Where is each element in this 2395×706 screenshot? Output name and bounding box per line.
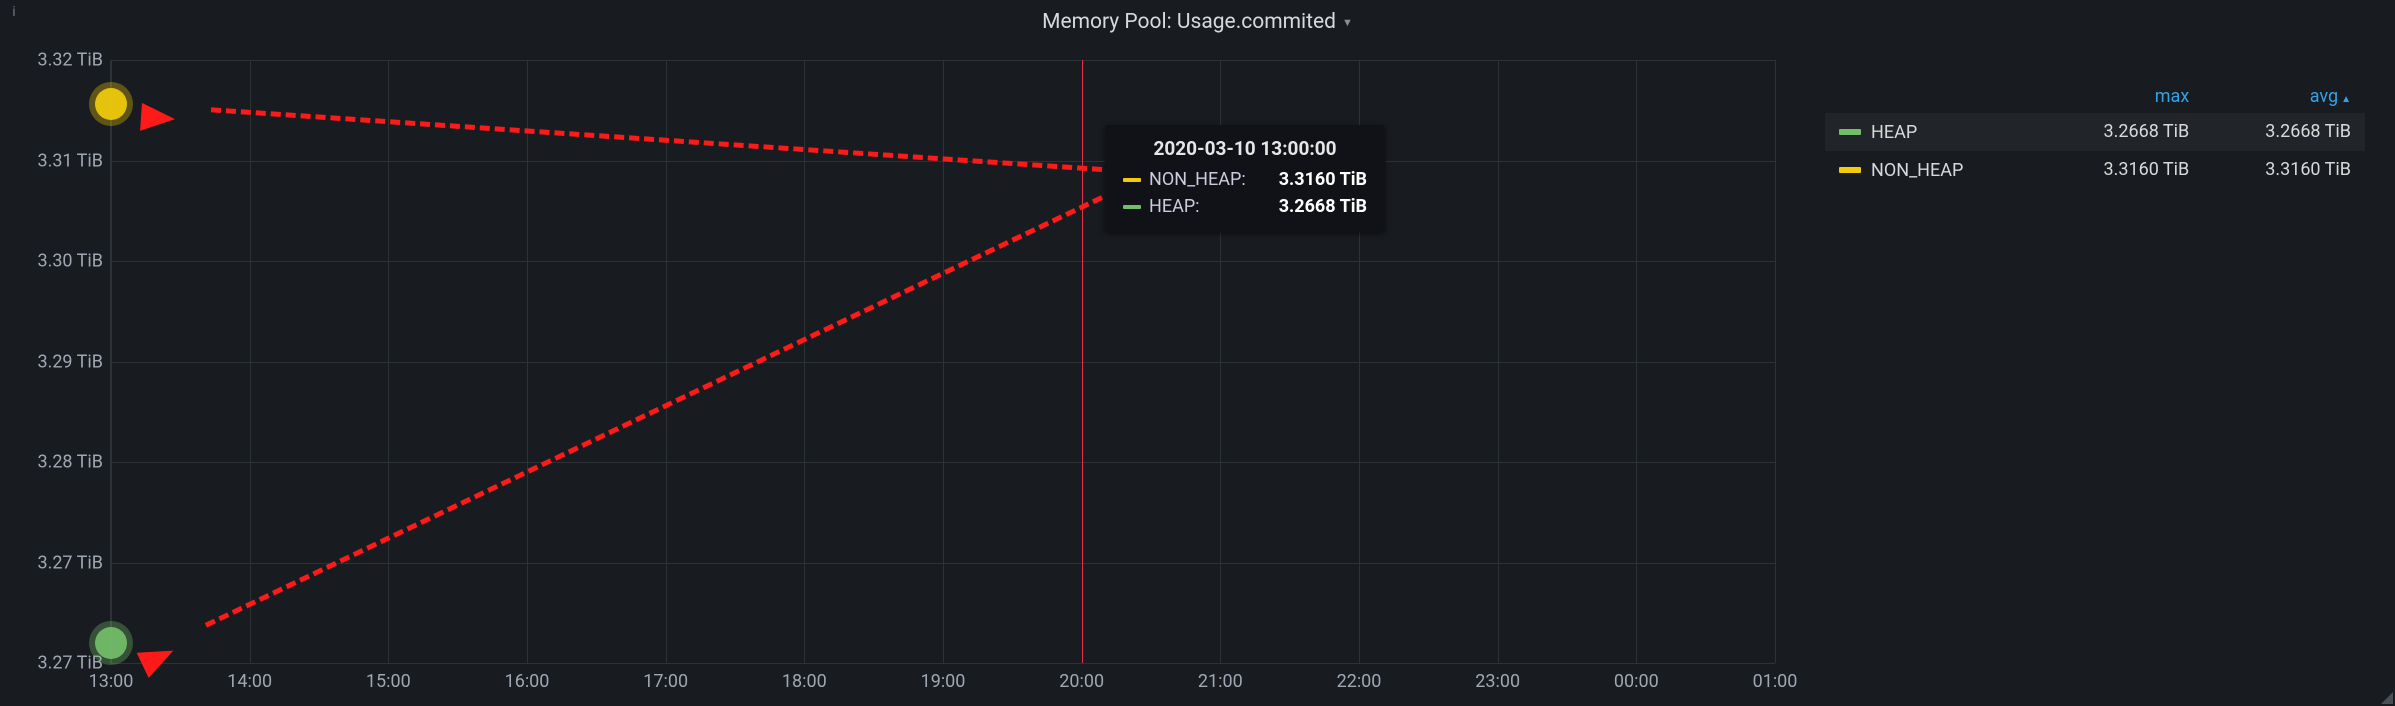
tooltip-value: 3.3160 TiB: [1279, 166, 1367, 193]
info-icon-glyph: i: [12, 4, 15, 20]
chart-panel: i Memory Pool: Usage.commited ▼ 3.27 TiB…: [0, 0, 2395, 706]
x-axis-label: 19:00: [921, 671, 966, 692]
x-axis-label: 18:00: [782, 671, 827, 692]
panel-title[interactable]: Memory Pool: Usage.commited ▼: [0, 0, 2395, 40]
x-axis-label: 17:00: [643, 671, 688, 692]
chevron-down-icon: ▼: [1342, 16, 1353, 29]
legend-header-avg[interactable]: avg: [2203, 80, 2365, 113]
legend-max-cell: 3.3160 TiB: [2042, 151, 2204, 189]
data-point-non_heap[interactable]: [95, 88, 127, 120]
tooltip-swatch: [1123, 178, 1141, 182]
legend-max-cell: 3.2668 TiB: [2042, 113, 2204, 151]
crosshair-line: [1082, 60, 1083, 663]
plot-area[interactable]: 3.27 TiB3.27 TiB3.28 TiB3.29 TiB3.30 TiB…: [110, 60, 1775, 664]
chart-area[interactable]: 3.27 TiB3.27 TiB3.28 TiB3.29 TiB3.30 TiB…: [0, 40, 1795, 704]
x-axis-label: 16:00: [505, 671, 550, 692]
annotation-arrow-head: [140, 103, 176, 133]
y-axis-label: 3.28 TiB: [37, 452, 103, 473]
legend-series-name: NON_HEAP: [1871, 160, 1963, 181]
y-axis-label: 3.30 TiB: [37, 251, 103, 272]
x-axis-label: 23:00: [1475, 671, 1520, 692]
data-point-heap[interactable]: [95, 627, 127, 659]
grid-line-v: [1498, 60, 1499, 663]
x-axis-label: 21:00: [1198, 671, 1243, 692]
tooltip-row: NON_HEAP: 3.3160 TiB: [1123, 166, 1367, 193]
x-axis-label: 13:00: [89, 671, 134, 692]
legend-table: max avg HEAP3.2668 TiB3.2668 TiBNON_HEAP…: [1825, 80, 2365, 189]
info-icon[interactable]: i: [6, 4, 22, 20]
legend-area: max avg HEAP3.2668 TiB3.2668 TiBNON_HEAP…: [1795, 40, 2395, 704]
grid-line-v: [1636, 60, 1637, 663]
grid-line-v: [250, 60, 251, 663]
grid-line-v: [111, 60, 112, 663]
tooltip-time: 2020-03-10 13:00:00: [1123, 137, 1367, 160]
legend-row[interactable]: HEAP 3.2668 TiB3.2668 TiB: [1825, 113, 2365, 151]
x-axis-label: 01:00: [1753, 671, 1798, 692]
tooltip-swatch: [1123, 205, 1141, 209]
legend-row[interactable]: NON_HEAP 3.3160 TiB3.3160 TiB: [1825, 151, 2365, 189]
y-axis-label: 3.29 TiB: [37, 351, 103, 372]
panel-content: 3.27 TiB3.27 TiB3.28 TiB3.29 TiB3.30 TiB…: [0, 40, 2395, 704]
legend-avg-cell: 3.2668 TiB: [2203, 113, 2365, 151]
grid-line-v: [388, 60, 389, 663]
tooltip-row: HEAP: 3.2668 TiB: [1123, 193, 1367, 220]
grid-line-v: [1775, 60, 1776, 663]
grid-line-v: [943, 60, 944, 663]
legend-swatch: [1839, 129, 1861, 135]
legend-series-name: HEAP: [1871, 122, 1917, 143]
legend-avg-cell: 3.3160 TiB: [2203, 151, 2365, 189]
grid-line-v: [527, 60, 528, 663]
x-axis-label: 15:00: [366, 671, 411, 692]
tooltip: 2020-03-10 13:00:00 NON_HEAP:3.3160 TiBH…: [1105, 125, 1385, 232]
y-axis-label: 3.32 TiB: [37, 50, 103, 71]
legend-series-cell[interactable]: NON_HEAP: [1825, 151, 2042, 189]
grid-line-v: [666, 60, 667, 663]
resize-handle-icon[interactable]: [2381, 692, 2393, 704]
annotation-arrow-head: [137, 638, 180, 678]
x-axis-label: 20:00: [1059, 671, 1104, 692]
y-axis-label: 3.31 TiB: [37, 150, 103, 171]
panel-title-text: Memory Pool: Usage.commited: [1042, 10, 1336, 34]
grid-line-h: [111, 663, 1775, 664]
x-axis-label: 14:00: [227, 671, 272, 692]
annotation-arrow: [211, 107, 1102, 172]
tooltip-value: 3.2668 TiB: [1279, 193, 1367, 220]
x-axis-label: 00:00: [1614, 671, 1659, 692]
legend-swatch: [1839, 167, 1861, 173]
legend-series-cell[interactable]: HEAP: [1825, 113, 2042, 151]
y-axis-label: 3.27 TiB: [37, 552, 103, 573]
legend-header-series[interactable]: [1825, 80, 2042, 113]
tooltip-label: NON_HEAP:: [1149, 166, 1251, 193]
tooltip-label: HEAP:: [1149, 193, 1251, 220]
legend-header-max[interactable]: max: [2042, 80, 2204, 113]
x-axis-label: 22:00: [1337, 671, 1382, 692]
